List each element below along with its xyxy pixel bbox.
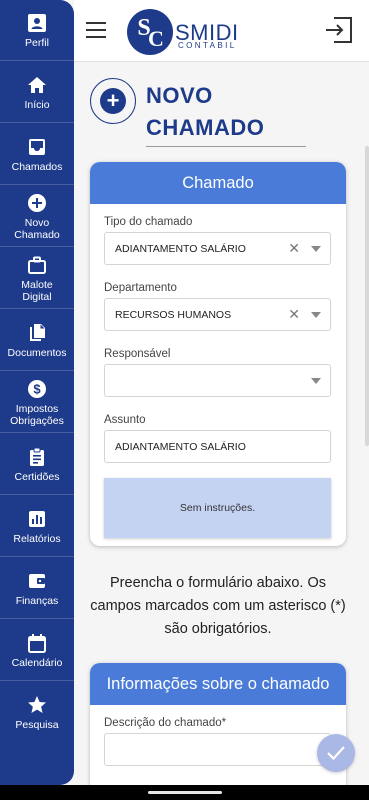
- new-ticket-icon: +: [90, 78, 136, 124]
- instructions-box: Sem instruções.: [104, 478, 331, 538]
- sidebar-divider: [0, 556, 74, 557]
- svg-text:$: $: [33, 382, 41, 397]
- confirm-button[interactable]: [317, 734, 355, 772]
- assunto-input[interactable]: ADIANTAMENTO SALÁRIO: [104, 430, 331, 463]
- assunto-value: ADIANTAMENTO SALÁRIO: [115, 441, 246, 453]
- departamento-select[interactable]: RECURSOS HUMANOS ✕: [104, 298, 331, 331]
- descricao-input[interactable]: [104, 733, 331, 766]
- logout-icon[interactable]: [325, 17, 353, 48]
- form-hint: Preencha o formulário abaixo. Os campos …: [90, 575, 346, 637]
- wallet-icon: [26, 570, 48, 592]
- tipo-value: ADIANTAMENTO SALÁRIO: [115, 243, 246, 255]
- sidebar-divider: [0, 680, 74, 681]
- add-circle-icon: [26, 192, 48, 214]
- responsavel-label: Responsável: [104, 348, 171, 360]
- assunto-label: Assunto: [104, 414, 146, 426]
- info-card: Informações sobre o chamado Descrição do…: [90, 663, 346, 785]
- tipo-label: Tipo do chamado: [104, 216, 193, 228]
- sidebar-item-label: Finanças: [15, 595, 59, 607]
- sidebar-item-label: Calendário: [11, 657, 63, 669]
- profile-icon: [26, 12, 48, 34]
- sidebar-item-label: Certidões: [14, 471, 60, 483]
- inbox-icon: [26, 136, 48, 158]
- departamento-label: Departamento: [104, 282, 177, 294]
- sidebar-divider: [0, 494, 74, 495]
- dollar-icon: $: [26, 378, 48, 400]
- departamento-value: RECURSOS HUMANOS: [115, 309, 232, 321]
- sidebar-divider: [0, 618, 74, 619]
- svg-text:C: C: [148, 26, 164, 51]
- system-nav-bar: [0, 785, 369, 800]
- logo-mark: S C: [127, 9, 173, 55]
- sidebar-item-label: Impostos Obrigações: [10, 403, 64, 427]
- responsavel-select[interactable]: [104, 364, 331, 397]
- page-title: NOVO CHAMADO: [146, 80, 306, 147]
- clear-icon[interactable]: ✕: [288, 306, 300, 323]
- sidebar-item-inicio[interactable]: Início: [0, 74, 74, 111]
- star-icon: [26, 694, 48, 716]
- sidebar-item-financas[interactable]: Finanças: [0, 570, 74, 607]
- sidebar-item-calendario[interactable]: Calendário: [0, 632, 74, 669]
- home-icon: [26, 74, 48, 96]
- sidebar-item-perfil[interactable]: Perfil: [0, 12, 74, 49]
- sidebar-item-label: Relatórios: [13, 533, 61, 545]
- home-gesture-bar[interactable]: [148, 791, 222, 794]
- card-header: Chamado: [90, 162, 346, 204]
- sidebar-divider: [0, 60, 74, 61]
- sidebar-item-label: Perfil: [25, 37, 49, 49]
- app-screen: Perfil Início Chamados Novo Chamado Malo…: [0, 0, 369, 785]
- clipboard-icon: [26, 446, 48, 468]
- documents-icon: [26, 322, 48, 344]
- sidebar-item-novo-chamado[interactable]: Novo Chamado: [0, 192, 74, 241]
- sidebar-item-documentos[interactable]: Documentos: [0, 322, 74, 359]
- logo-subtext: CONTABIL: [178, 41, 237, 50]
- chevron-down-icon[interactable]: [311, 246, 321, 252]
- sidebar-divider: [0, 370, 74, 371]
- sidebar-divider: [0, 308, 74, 309]
- briefcase-icon: [26, 254, 48, 276]
- sidebar-item-label: Pesquisa: [15, 719, 59, 731]
- sidebar-divider: [0, 432, 74, 433]
- chevron-down-icon[interactable]: [311, 378, 321, 384]
- scrollbar[interactable]: [365, 146, 369, 446]
- sidebar-item-label: Documentos: [7, 347, 67, 359]
- sidebar-item-certidoes[interactable]: Certidões: [0, 446, 74, 483]
- top-header: S C SMIDI CONTABIL: [74, 0, 369, 62]
- sidebar-item-chamados[interactable]: Chamados: [0, 136, 74, 173]
- check-icon: [327, 746, 345, 761]
- menu-icon[interactable]: [86, 22, 108, 40]
- sidebar-item-impostos[interactable]: $ Impostos Obrigações: [0, 378, 74, 427]
- sidebar-item-relatorios[interactable]: Relatórios: [0, 508, 74, 545]
- chamado-card: Chamado Tipo do chamado ADIANTAMENTO SAL…: [90, 162, 346, 546]
- sidebar-divider: [0, 246, 74, 247]
- descricao-label: Descrição do chamado*: [104, 717, 227, 729]
- sidebar-item-label: Chamados: [11, 161, 63, 173]
- sidebar-item-label: Novo Chamado: [14, 217, 60, 241]
- calendar-icon: [26, 632, 48, 654]
- sidebar-item-malote-digital[interactable]: Malote Digital: [0, 254, 74, 303]
- sidebar-divider: [0, 184, 74, 185]
- card-header: Informações sobre o chamado: [90, 663, 346, 705]
- bar-chart-icon: [26, 508, 48, 530]
- sidebar-item-label: Início: [24, 99, 50, 111]
- sidebar-divider: [0, 122, 74, 123]
- sidebar-item-pesquisa[interactable]: Pesquisa: [0, 694, 74, 731]
- chevron-down-icon[interactable]: [311, 312, 321, 318]
- main-content: + NOVO CHAMADO Chamado Tipo do chamado A…: [74, 62, 369, 785]
- clear-icon[interactable]: ✕: [288, 240, 300, 257]
- sidebar-item-label: Malote Digital: [21, 279, 53, 303]
- sidebar: Perfil Início Chamados Novo Chamado Malo…: [0, 0, 74, 785]
- tipo-select[interactable]: ADIANTAMENTO SALÁRIO ✕: [104, 232, 331, 265]
